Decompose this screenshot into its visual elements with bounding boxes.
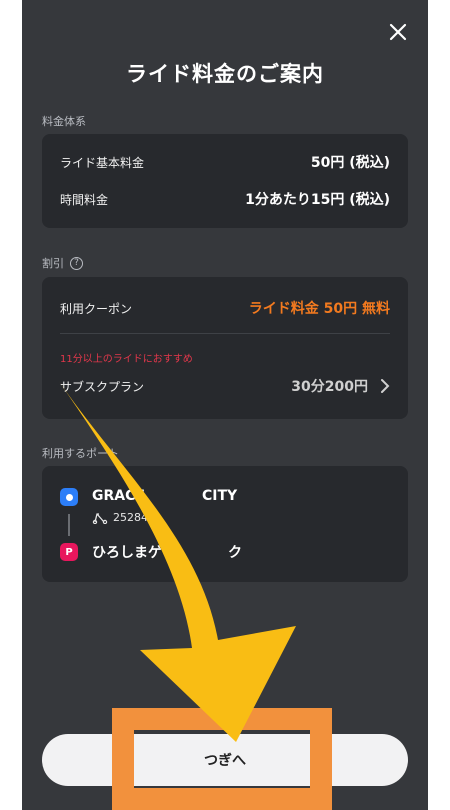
- subscription-row[interactable]: サブスクプラン 30分200円: [60, 376, 390, 396]
- end-port-name-right: ク: [228, 545, 242, 561]
- start-port-icon: [60, 488, 78, 506]
- base-fee-label: ライド基本料金: [60, 155, 145, 170]
- page-title: ライド料金のご案内: [126, 62, 324, 86]
- coupon-row: 利用クーポン ライド料金 50円 無料: [60, 298, 390, 318]
- coupon-value: ライド料金 50円 無料: [248, 301, 390, 317]
- port-card: GRACE CITY 25284 P ひろしまゲー ク: [42, 466, 408, 582]
- subscription-label: サブスクプラン: [60, 379, 145, 394]
- time-fee-label: 時間料金: [60, 192, 109, 207]
- discount-section-label-text: 割引: [42, 257, 64, 270]
- chevron-right-icon: [381, 379, 390, 393]
- discount-card: 利用クーポン ライド料金 50円 無料 11分以上のライドにおすすめ サブスクプ…: [42, 277, 408, 419]
- route-line: [68, 514, 70, 536]
- vehicle-info: 25284: [92, 511, 148, 524]
- discount-section-label: 割引 ?: [42, 255, 83, 271]
- vehicle-id: 25284: [113, 511, 148, 524]
- help-icon[interactable]: ?: [70, 256, 83, 270]
- time-fee-value: 1分あたり15円 (税込): [245, 192, 390, 208]
- fee-card: ライド基本料金 50円 (税込) 時間料金 1分あたり15円 (税込): [42, 134, 408, 228]
- fee-section-label-text: 料金体系: [42, 115, 86, 128]
- subscription-value-wrap: 30分200円: [291, 376, 390, 396]
- end-port-icon: P: [60, 543, 78, 561]
- ride-fee-modal: ライド料金のご案内 料金体系 ライド基本料金 50円 (税込) 時間料金 1分あ…: [22, 0, 428, 810]
- fee-section-label: 料金体系: [42, 113, 86, 129]
- time-fee-row: 時間料金 1分あたり15円 (税込): [60, 189, 390, 209]
- base-fee-value: 50円 (税込): [310, 155, 390, 171]
- port-section-label-text: 利用するポート: [42, 447, 119, 460]
- scooter-icon: [92, 512, 108, 524]
- subscription-value: 30分200円: [291, 379, 368, 395]
- base-fee-row: ライド基本料金 50円 (税込): [60, 152, 390, 172]
- start-port-name-right: CITY: [202, 488, 238, 504]
- end-port-name: ひろしまゲー: [92, 545, 176, 561]
- port-section-label: 利用するポート: [42, 445, 119, 461]
- promo-row: 11分以上のライドにおすすめ: [60, 350, 390, 365]
- promo-text: 11分以上のライドにおすすめ: [60, 354, 193, 365]
- annotation-highlight-box: [112, 708, 332, 810]
- divider: [60, 333, 390, 334]
- start-port-name: GRACE: [92, 488, 145, 504]
- coupon-label: 利用クーポン: [60, 301, 133, 316]
- close-icon[interactable]: [386, 20, 410, 44]
